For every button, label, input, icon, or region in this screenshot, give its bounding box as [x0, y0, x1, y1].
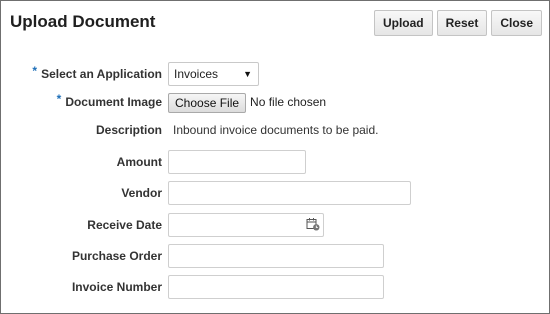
description-value: Inbound invoice documents to be paid. — [173, 123, 379, 137]
receive-date-input[interactable] — [168, 213, 324, 237]
calendar-icon[interactable] — [306, 217, 320, 231]
upload-button[interactable]: Upload — [373, 10, 433, 36]
file-input: Choose File No file chosen — [168, 90, 326, 114]
required-marker: * — [32, 64, 38, 78]
purchase-order-label: Purchase Order — [71, 249, 162, 263]
amount-row: Amount — [1, 150, 549, 174]
receive-date-field — [168, 213, 324, 237]
application-row: * Select an Application Invoices ▼ — [1, 62, 549, 86]
vendor-row: Vendor — [1, 181, 549, 205]
description-row: Description Inbound invoice documents to… — [1, 118, 549, 142]
purchase-order-row: Purchase Order — [1, 244, 549, 268]
invoice-number-input[interactable] — [168, 275, 384, 299]
page-title: Upload Document — [10, 12, 156, 31]
reset-button[interactable]: Reset — [436, 10, 488, 36]
file-status: No file chosen — [250, 95, 327, 109]
invoice-number-row: Invoice Number — [1, 275, 549, 299]
application-select[interactable]: Invoices ▼ — [168, 62, 259, 86]
application-label: * Select an Application — [32, 64, 162, 81]
dropdown-arrow-icon: ▼ — [243, 69, 252, 79]
choose-file-button[interactable]: Choose File — [168, 93, 247, 113]
vendor-input[interactable] — [168, 181, 411, 205]
document-image-row: * Document Image Choose File No file chos… — [1, 90, 549, 114]
amount-input[interactable] — [168, 150, 306, 174]
close-button[interactable]: Close — [491, 10, 542, 36]
upload-document-dialog: Upload Document Upload Reset Close * Sele… — [0, 0, 550, 314]
vendor-label: Vendor — [121, 186, 162, 200]
receive-date-label: Receive Date — [87, 218, 162, 232]
amount-label: Amount — [116, 155, 162, 169]
toolbar: Upload Reset Close — [373, 10, 542, 36]
purchase-order-input[interactable] — [168, 244, 384, 268]
required-marker: * — [56, 92, 62, 106]
description-label: Description — [95, 123, 162, 137]
document-image-label: * Document Image — [56, 92, 162, 109]
receive-date-row: Receive Date — [1, 213, 549, 237]
application-select-value: Invoices — [174, 67, 219, 81]
invoice-number-label: Invoice Number — [71, 280, 162, 294]
